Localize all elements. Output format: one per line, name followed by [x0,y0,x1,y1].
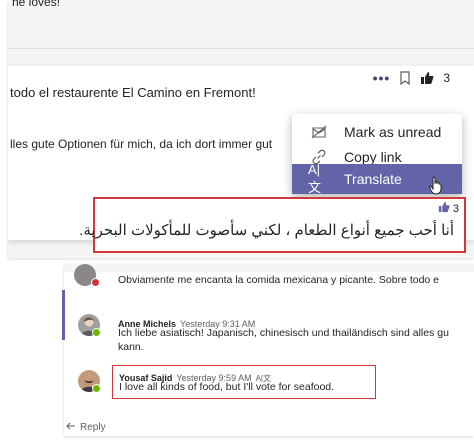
divider [8,48,474,49]
bottom-screenshot-panel: Obviamente me encanta la comida mexicana… [64,264,474,436]
message-text-german: lles gute Optionen für mich, da ich dort… [10,137,273,151]
mark-unread-icon [308,125,330,139]
translated-message-highlight: 3 أنا أحب جميع أنواع الطعام ، لكني سأصوت… [79,197,466,253]
like-icon[interactable] [420,71,434,85]
menu-item-label: Mark as unread [344,124,442,140]
message-actions: ••• 3 [373,70,450,86]
menu-item-label: Copy link [344,149,402,165]
menu-item-label: Translate [344,171,402,187]
presence-available-icon [92,384,101,393]
thread-accent-bar [62,290,65,340]
message-text: Ich liebe asiatisch! Japanisch, chinesis… [118,327,449,353]
reply-button[interactable]: Reply [66,422,106,433]
like-icon[interactable] [438,201,450,216]
bookmark-icon[interactable] [399,71,411,85]
message-text: I love all kinds of food, but I'll vote … [119,381,335,393]
arabic-message-reactions: 3 [438,201,459,216]
previous-message-text: he loves! [12,0,61,9]
like-count: 3 [452,202,459,215]
translate-icon: A|文 [308,162,322,195]
presence-busy-icon [91,278,100,287]
message-text-spanish: todo el restaurente El Camino en Fremont… [10,85,256,100]
presence-available-icon [92,328,101,337]
previous-message-text: Obviamente me encanta la comida mexicana… [118,274,440,286]
reply-label: Reply [80,422,106,433]
reply-arrow-icon [66,422,76,433]
arabic-message-text: أنا أحب جميع أنواع الطعام ، لكني سأصوت ل… [79,222,454,239]
more-options-button[interactable]: ••• [373,70,391,86]
like-count: 3 [443,71,450,85]
conversation-thread: Obviamente me encanta la comida mexicana… [64,264,474,436]
translated-reply-highlight: Yousaf Sajid Yesterday 9:59 AM A|文 I love … [112,365,376,399]
